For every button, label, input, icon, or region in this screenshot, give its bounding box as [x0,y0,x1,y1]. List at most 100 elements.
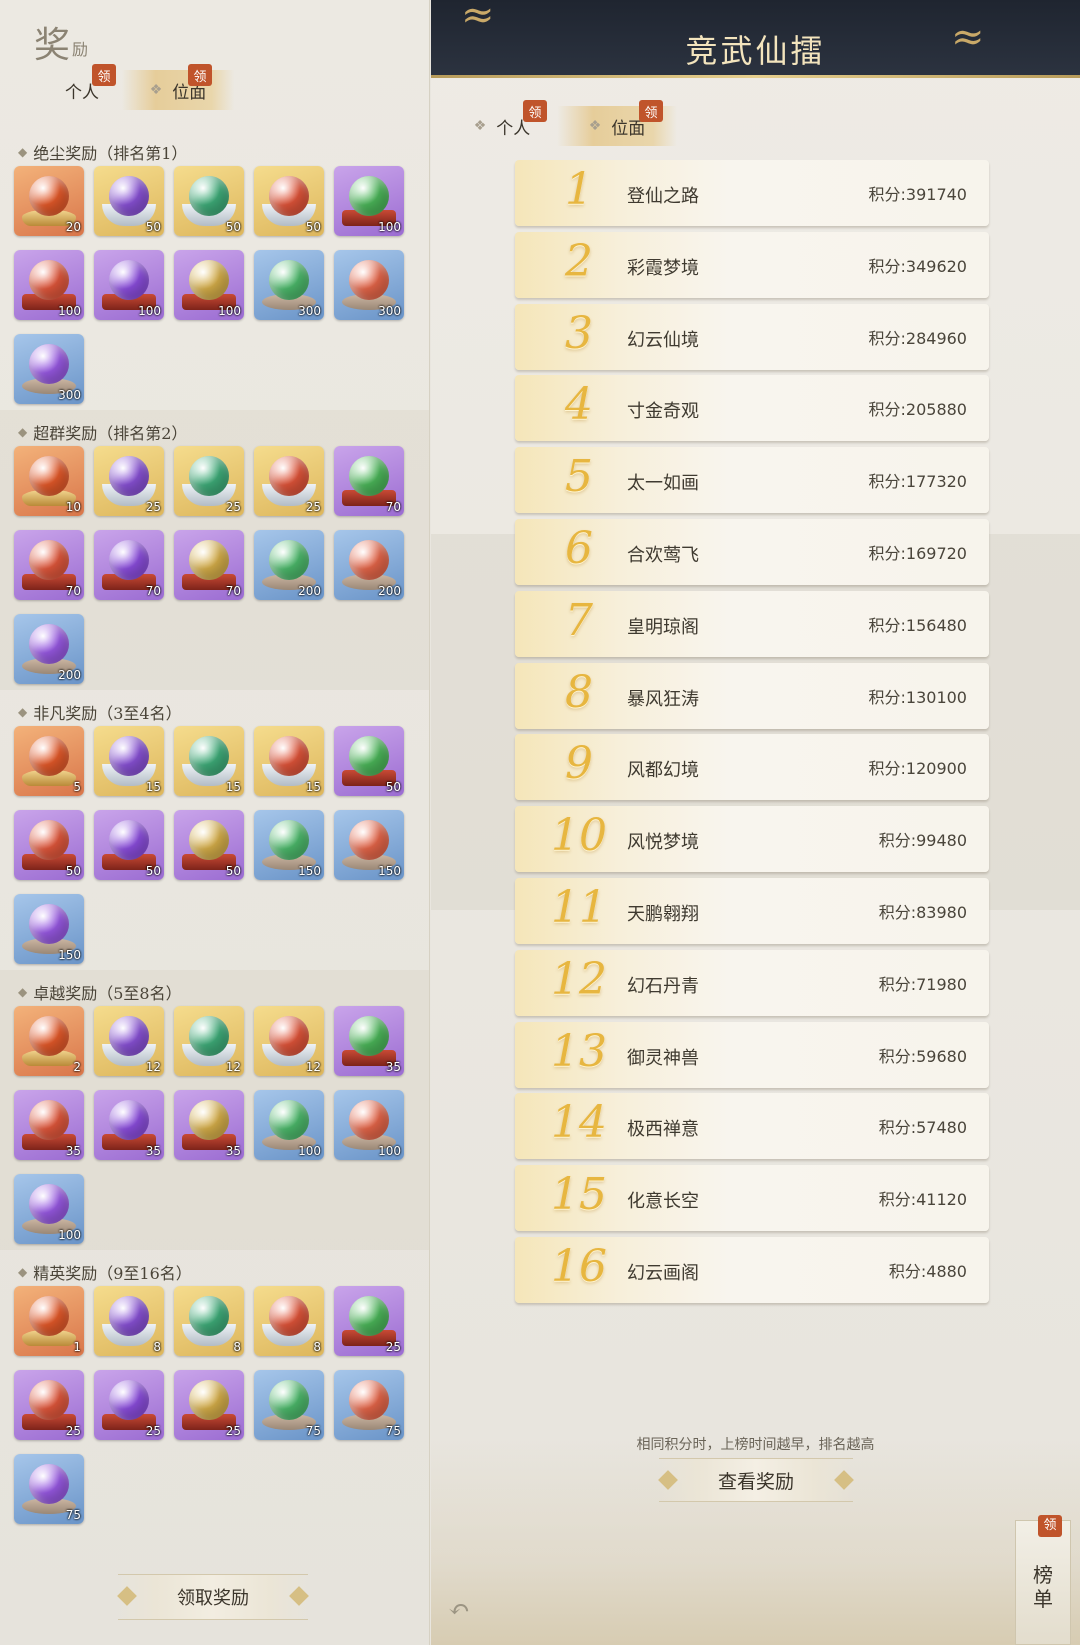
claim-reward-button[interactable]: 领取奖励 [118,1574,308,1620]
ranking-row[interactable]: 13 御灵神兽 积分:59680 [515,1022,989,1088]
reward-item[interactable]: 100 [254,1090,324,1160]
reward-item[interactable]: 70 [174,530,244,600]
ranking-row[interactable]: 11 天鹏翱翔 积分:83980 [515,878,989,944]
reward-item[interactable]: 12 [94,1006,164,1076]
item-quantity: 8 [313,1340,321,1354]
reward-item[interactable]: 50 [174,810,244,880]
reward-item[interactable]: 200 [254,530,324,600]
item-quantity: 35 [65,1144,81,1158]
ranking-row[interactable]: 4 寸金奇观 积分:205880 [515,375,989,441]
reward-item[interactable]: 12 [254,1006,324,1076]
reward-item[interactable]: 10 [14,446,84,516]
item-quantity: 8 [153,1340,161,1354]
reward-item[interactable]: 50 [94,166,164,236]
item-quantity: 25 [65,1424,81,1438]
reward-item[interactable]: 5 [14,726,84,796]
item-quantity: 150 [378,864,401,878]
reward-item[interactable]: 70 [334,446,404,516]
reward-item-grid: 20 50 50 50 100 100 100 100 300 300 300 [14,166,404,404]
ranking-row[interactable]: 1 登仙之路 积分:391740 [515,160,989,226]
reward-item[interactable]: 50 [254,166,324,236]
reward-item[interactable]: 150 [254,810,324,880]
reward-item[interactable]: 100 [334,166,404,236]
reward-item[interactable]: 35 [334,1006,404,1076]
tab-personal[interactable]: 个人 领 [42,64,122,110]
item-quantity: 300 [298,304,321,318]
ranking-row[interactable]: 10 风悦梦境 积分:99480 [515,806,989,872]
item-quantity: 100 [218,304,241,318]
reward-item[interactable]: 25 [174,1370,244,1440]
reward-item[interactable]: 8 [94,1286,164,1356]
ranking-title: 竞武仙擂 [685,32,826,70]
reward-item[interactable]: 2 [14,1006,84,1076]
item-quantity: 1 [73,1340,81,1354]
reward-item[interactable]: 70 [14,530,84,600]
reward-item[interactable]: 25 [94,446,164,516]
reward-item[interactable]: 75 [14,1454,84,1524]
reward-item[interactable]: 12 [174,1006,244,1076]
ranking-row[interactable]: 5 太一如画 积分:177320 [515,447,989,513]
reward-item[interactable]: 25 [94,1370,164,1440]
reward-item[interactable]: 100 [14,250,84,320]
reward-item[interactable]: 15 [254,726,324,796]
tab-realm[interactable]: ❖ 位面 领 [122,64,234,110]
item-quantity: 25 [145,1424,161,1438]
reward-item[interactable]: 150 [14,894,84,964]
ranking-row[interactable]: 2 彩霞梦境 积分:349620 [515,232,989,298]
reward-item[interactable]: 100 [94,250,164,320]
reward-section-label: 非凡奖励（3至4名） [33,704,182,723]
reward-item[interactable]: 300 [14,334,84,404]
tab-personal[interactable]: ❖ 个人 领 [447,100,557,146]
ranking-row[interactable]: 14 极西禅意 积分:57480 [515,1093,989,1159]
reward-item[interactable]: 50 [94,810,164,880]
reward-item[interactable]: 8 [254,1286,324,1356]
ranking-row[interactable]: 7 皇明琼阁 积分:156480 [515,591,989,657]
reward-item[interactable]: 70 [94,530,164,600]
claim-badge: 领 [639,100,663,122]
tab-realm[interactable]: ❖ 位面 领 [557,100,677,146]
rank-number: 6 [565,523,593,574]
ranking-row[interactable]: 16 幻云画阁 积分:4880 [515,1237,989,1303]
reward-item[interactable]: 300 [334,250,404,320]
ranking-row[interactable]: 3 幻云仙境 积分:284960 [515,304,989,370]
ranking-row[interactable]: 15 化意长空 积分:41120 [515,1165,989,1231]
reward-item[interactable]: 25 [174,446,244,516]
item-quantity: 200 [58,668,81,682]
diamond-icon: ◆ [18,145,28,159]
reward-item[interactable]: 35 [174,1090,244,1160]
reward-section-title: ◆ 非凡奖励（3至4名） [18,700,182,724]
ranking-row[interactable]: 12 幻石丹青 积分:71980 [515,950,989,1016]
claim-badge: 领 [188,64,212,86]
ranking-row[interactable]: 9 风都幻境 积分:120900 [515,734,989,800]
reward-item[interactable]: 35 [14,1090,84,1160]
reward-item[interactable]: 150 [334,810,404,880]
reward-item[interactable]: 35 [94,1090,164,1160]
reward-item[interactable]: 75 [334,1370,404,1440]
ranking-row[interactable]: 6 合欢莺飞 积分:169720 [515,519,989,585]
ranking-row[interactable]: 8 暴风狂涛 积分:130100 [515,663,989,729]
reward-item[interactable]: 100 [334,1090,404,1160]
item-quantity: 70 [65,584,81,598]
leaderboard-side-tab[interactable]: 领 榜 单 [1015,1515,1071,1645]
back-icon[interactable]: ↶ [441,1592,477,1628]
reward-item[interactable]: 100 [14,1174,84,1244]
reward-item[interactable]: 200 [334,530,404,600]
reward-item[interactable]: 200 [14,614,84,684]
reward-item[interactable]: 75 [254,1370,324,1440]
reward-item[interactable]: 25 [14,1370,84,1440]
reward-item[interactable]: 25 [334,1286,404,1356]
reward-item[interactable]: 100 [174,250,244,320]
reward-item[interactable]: 1 [14,1286,84,1356]
reward-item[interactable]: 50 [174,166,244,236]
realm-name: 化意长空 [627,1191,699,1212]
view-reward-button[interactable]: 查看奖励 [659,1458,853,1502]
reward-item[interactable]: 15 [174,726,244,796]
reward-item[interactable]: 300 [254,250,324,320]
reward-item[interactable]: 50 [334,726,404,796]
rank-number: 1 [565,164,593,215]
reward-item[interactable]: 8 [174,1286,244,1356]
reward-item[interactable]: 25 [254,446,324,516]
reward-item[interactable]: 15 [94,726,164,796]
reward-item[interactable]: 50 [14,810,84,880]
reward-item[interactable]: 20 [14,166,84,236]
